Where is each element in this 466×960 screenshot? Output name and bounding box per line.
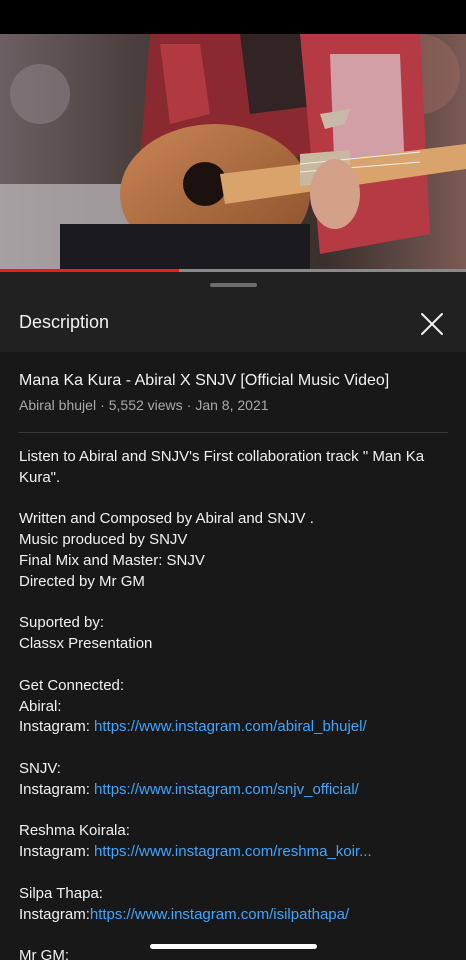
credit-line: Music produced by SNJV (19, 531, 188, 549)
abiral-label: Abiral: (19, 697, 62, 715)
home-indicator[interactable] (150, 944, 317, 949)
reshma-instagram-link[interactable]: https://www.instagram.com/reshma_koir... (94, 843, 372, 860)
status-bar (0, 0, 466, 34)
snjv-instagram-line: Instagram: https://www.instagram.com/snj… (19, 780, 449, 801)
panel-header: Description (0, 296, 466, 352)
description-text: Listen to Abiral and SNJV's First collab… (19, 447, 449, 960)
description-content[interactable]: Mana Ka Kura - Abiral X SNJV [Official M… (0, 352, 466, 960)
reshma-label: Reshma Koirala: (19, 822, 130, 840)
video-title: Mana Ka Kura - Abiral X SNJV [Official M… (19, 372, 390, 389)
supported-label: Suported by: (19, 614, 105, 632)
description-panel: Description Mana Ka Kura - Abiral X SNJV… (0, 272, 466, 960)
panel-title: Description (19, 312, 110, 332)
upload-date: Jan 8, 2021 (195, 397, 269, 413)
video-meta: Abiral bhujel · 5,552 views · Jan 8, 2021 (19, 397, 269, 413)
abiral-instagram-link[interactable]: https://www.instagram.com/abiral_bhujel/ (94, 718, 367, 735)
silpa-instagram-line: Instagram:https://www.instagram.com/isil… (19, 905, 449, 926)
instagram-prefix: Instagram: (19, 780, 95, 798)
divider (19, 432, 448, 433)
instagram-prefix: Instagram: (19, 718, 95, 736)
channel-name[interactable]: Abiral bhujel (19, 397, 96, 413)
instagram-prefix: Instagram: (19, 843, 95, 861)
video-frame (0, 34, 466, 270)
description-line: Listen to Abiral and SNJV's First collab… (19, 448, 425, 465)
view-count: 5,552 views (108, 397, 183, 413)
drag-handle[interactable] (210, 283, 257, 287)
credit-line: Final Mix and Master: SNJV (19, 551, 205, 569)
close-icon (421, 313, 443, 335)
video-player[interactable] (0, 34, 466, 270)
snjv-label: SNJV: (19, 759, 61, 777)
connected-label: Get Connected: (19, 676, 125, 694)
reshma-instagram-line: Instagram: https://www.instagram.com/res… (19, 842, 449, 863)
credit-line: Written and Composed by Abiral and SNJV … (19, 510, 314, 528)
close-button[interactable] (416, 308, 448, 340)
credit-line: Directed by Mr GM (19, 572, 145, 590)
silpa-label: Silpa Thapa: (19, 884, 103, 902)
abiral-instagram-line: Instagram: https://www.instagram.com/abi… (19, 717, 449, 738)
description-line: Kura". (19, 468, 61, 486)
instagram-prefix: Instagram: (19, 905, 90, 923)
silpa-instagram-link[interactable]: https://www.instagram.com/isilpathapa/ (90, 906, 349, 923)
supported-by: Classx Presentation (19, 635, 153, 653)
snjv-instagram-link[interactable]: https://www.instagram.com/snjv_official/ (94, 781, 359, 798)
